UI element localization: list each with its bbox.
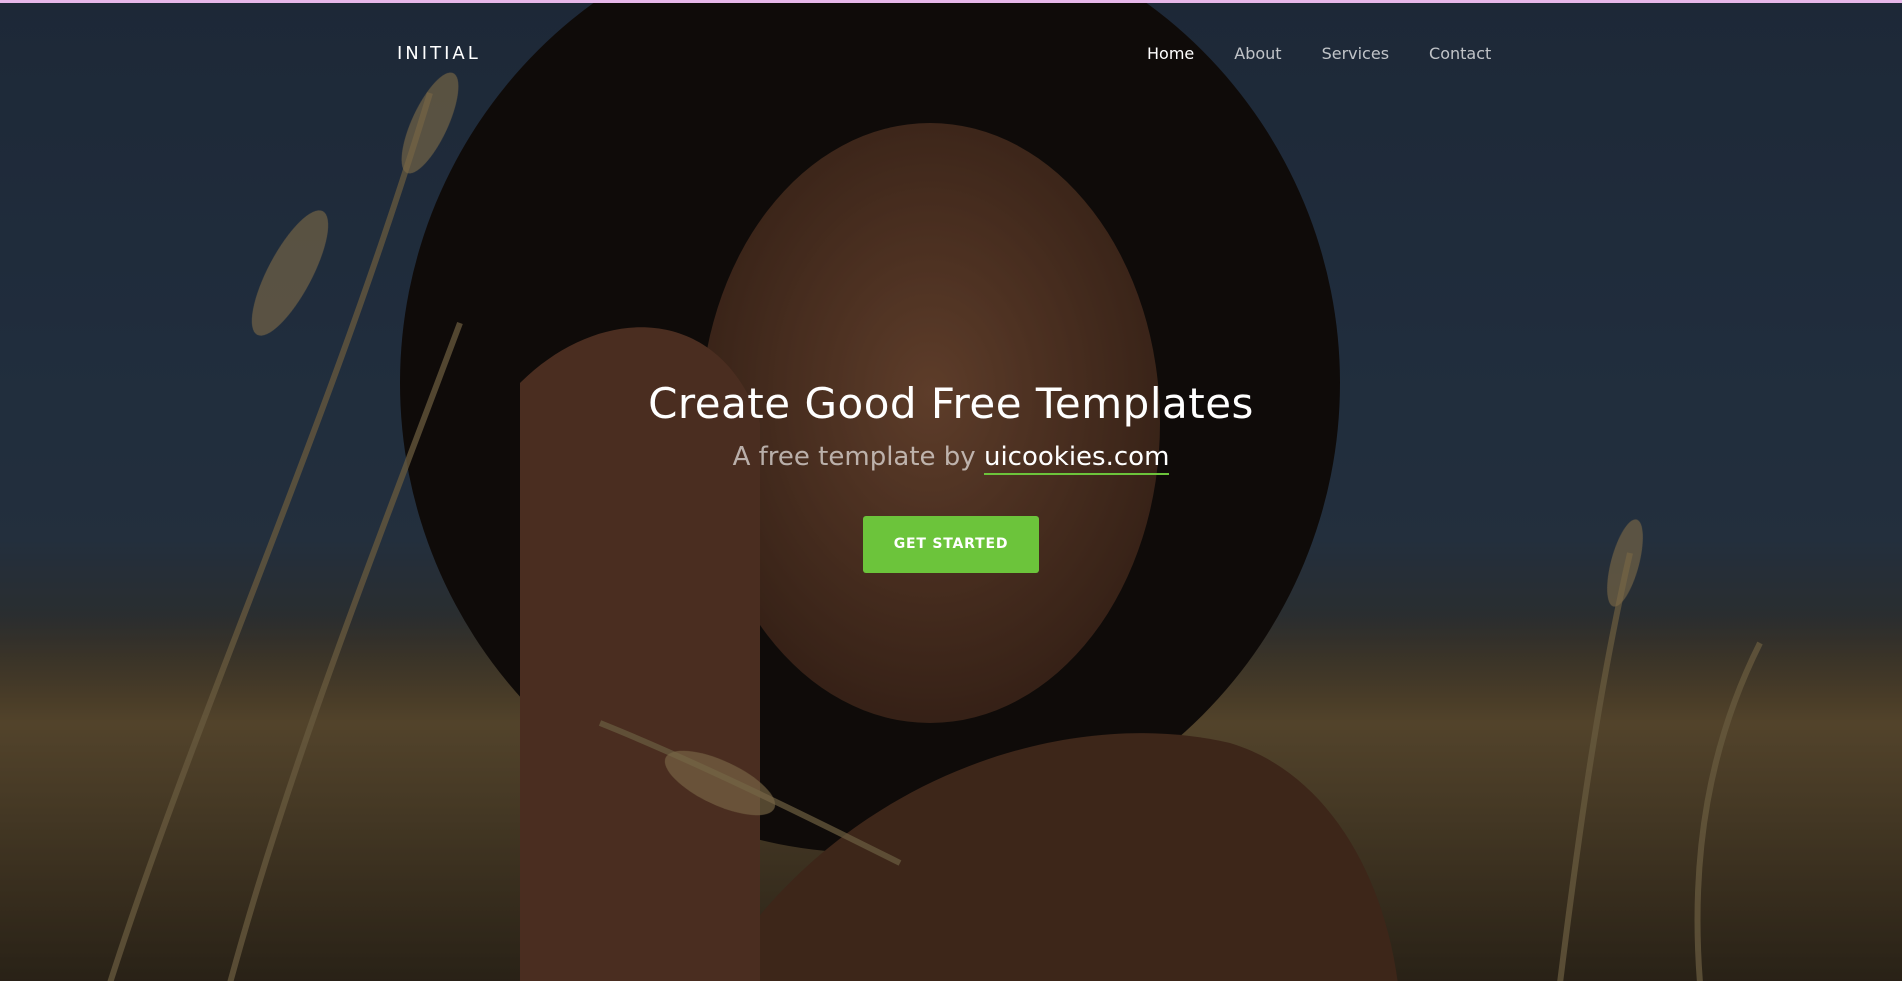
nav-link-contact[interactable]: Contact <box>1429 44 1491 63</box>
hero-subtitle: A free template by uicookies.com <box>0 442 1902 475</box>
top-navbar: INITIAL Home About Services Contact <box>0 3 1902 103</box>
hero-subtitle-prefix: A free template by <box>732 442 976 472</box>
nav-link-services[interactable]: Services <box>1322 44 1389 63</box>
brand-logo[interactable]: INITIAL <box>397 43 481 64</box>
nav-link-about[interactable]: About <box>1234 44 1281 63</box>
nav-links: Home About Services Contact <box>1147 44 1491 63</box>
hero-section: INITIAL Home About Services Contact Crea… <box>0 3 1902 981</box>
get-started-button[interactable]: GET STARTED <box>862 516 1040 573</box>
hero-content: Create Good Free Templates A free templa… <box>0 379 1902 573</box>
hero-title: Create Good Free Templates <box>648 379 1254 428</box>
nav-link-home[interactable]: Home <box>1147 44 1194 63</box>
uicookies-link[interactable]: uicookies.com <box>983 442 1170 475</box>
